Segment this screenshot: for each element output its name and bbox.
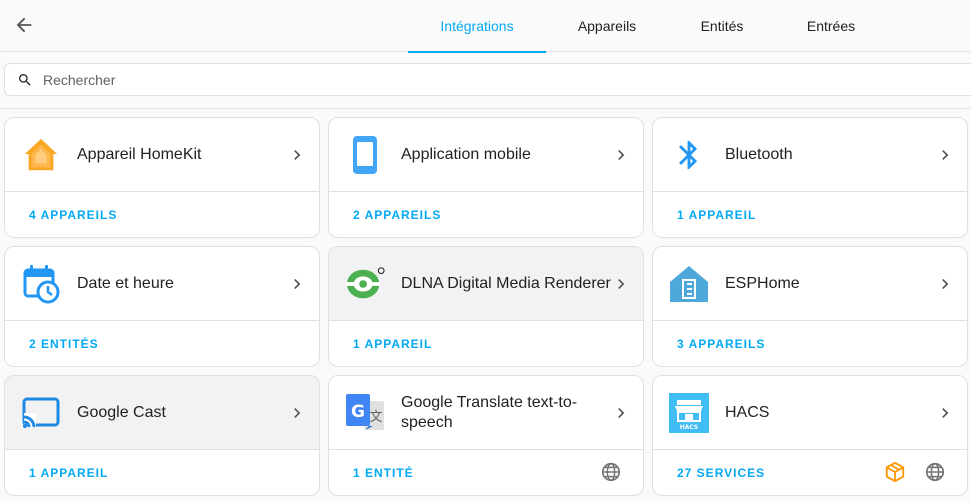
chevron-right-icon bbox=[618, 279, 625, 289]
search-icon bbox=[19, 74, 31, 86]
card-footer-link[interactable]: 3 APPAREILS bbox=[677, 337, 765, 351]
card-title: ESPHome bbox=[725, 274, 800, 292]
card-header[interactable]: Appareil HomeKit bbox=[5, 118, 319, 191]
svg-text:文: 文 bbox=[369, 410, 382, 425]
card-header[interactable]: Date et heure bbox=[5, 247, 319, 320]
google-translate-icon: G文 bbox=[345, 393, 385, 433]
tab-label: Entités bbox=[700, 18, 744, 34]
card-footer-link[interactable]: 27 SERVICES bbox=[677, 466, 765, 480]
tab-label: Appareils bbox=[577, 18, 637, 34]
tab-entities[interactable]: Entités bbox=[680, 0, 764, 52]
back-button[interactable] bbox=[10, 11, 38, 39]
card-footer-link[interactable]: 1 APPAREIL bbox=[677, 208, 756, 222]
integration-card-esphome: ESPHome 3 APPAREILS bbox=[652, 246, 968, 367]
card-title: Google Translate text-to-speech bbox=[401, 393, 578, 431]
chevron-right-icon bbox=[618, 150, 625, 160]
tab-label: Intégrations bbox=[440, 18, 514, 34]
card-divider bbox=[5, 191, 319, 192]
card-footer-link[interactable]: 4 APPAREILS bbox=[29, 208, 117, 222]
chevron-right-icon bbox=[618, 408, 625, 418]
integration-card-homekit: Appareil HomeKit 4 APPAREILS bbox=[4, 117, 320, 238]
card-footer-link[interactable]: 1 ENTITÉ bbox=[353, 466, 414, 480]
dlna-icon bbox=[345, 264, 385, 304]
divider bbox=[0, 108, 971, 109]
card-title: Google Cast bbox=[77, 403, 166, 421]
card-divider bbox=[653, 449, 967, 450]
calendar-clock-icon bbox=[21, 264, 61, 304]
card-header[interactable]: ESPHome bbox=[653, 247, 967, 320]
search-bar bbox=[4, 63, 971, 96]
card-footer-link[interactable]: 2 APPAREILS bbox=[353, 208, 441, 222]
svg-text:G: G bbox=[351, 402, 365, 422]
card-footer-link[interactable]: 1 APPAREIL bbox=[353, 337, 432, 351]
tab-devices[interactable]: Appareils bbox=[560, 0, 654, 52]
card-title: DLNA Digital Media Renderer bbox=[401, 274, 611, 292]
hacs-store-icon: HACS bbox=[669, 393, 709, 433]
chevron-right-icon bbox=[942, 150, 949, 160]
card-header[interactable]: Application mobile bbox=[329, 118, 643, 191]
card-divider bbox=[653, 191, 967, 192]
tab-integrations[interactable]: Intégrations bbox=[408, 0, 546, 53]
search-input[interactable] bbox=[43, 64, 943, 95]
integration-card-hacs: HACS HACS 27 SERVICES bbox=[652, 375, 968, 496]
chevron-right-icon bbox=[294, 150, 301, 160]
svg-text:HACS: HACS bbox=[680, 424, 699, 431]
integration-card-google-cast: Google Cast 1 APPAREIL bbox=[4, 375, 320, 496]
esphome-icon bbox=[669, 264, 709, 304]
mobile-phone-icon bbox=[345, 135, 385, 175]
card-title: HACS bbox=[725, 403, 770, 421]
card-title: Appareil HomeKit bbox=[77, 145, 202, 163]
card-header[interactable]: Google Cast bbox=[5, 376, 319, 449]
chevron-right-icon bbox=[294, 279, 301, 289]
card-header[interactable]: G文 Google Translate text-to-speech bbox=[329, 376, 643, 449]
chevron-right-icon bbox=[294, 408, 301, 418]
card-footer-link[interactable]: 2 ENTITÉS bbox=[29, 337, 99, 351]
card-divider bbox=[329, 449, 643, 450]
integration-card-dlna: DLNA Digital Media Renderer 1 APPAREIL bbox=[328, 246, 644, 367]
card-divider bbox=[329, 320, 643, 321]
chevron-right-icon bbox=[942, 279, 949, 289]
custom-integration-icon bbox=[883, 460, 907, 484]
tab-label: Entrées bbox=[806, 18, 856, 34]
card-divider bbox=[653, 320, 967, 321]
integration-card-date-time: Date et heure 2 ENTITÉS bbox=[4, 246, 320, 367]
homekit-house-icon bbox=[21, 135, 61, 175]
card-footer-link[interactable]: 1 APPAREIL bbox=[29, 466, 108, 480]
integration-card-bluetooth: Bluetooth 1 APPAREIL bbox=[652, 117, 968, 238]
integration-card-mobile-app: Application mobile 2 APPAREILS bbox=[328, 117, 644, 238]
chevron-right-icon bbox=[942, 408, 949, 418]
arrow-left-icon bbox=[16, 17, 32, 33]
card-title: Date et heure bbox=[77, 274, 174, 292]
card-header[interactable]: Bluetooth bbox=[653, 118, 967, 191]
card-title: Bluetooth bbox=[725, 145, 793, 163]
tab-helpers[interactable]: Entrées bbox=[790, 0, 872, 52]
cloud-globe-icon bbox=[599, 460, 623, 484]
integration-card-google-translate-tts: G文 Google Translate text-to-speech 1 ENT… bbox=[328, 375, 644, 496]
card-divider bbox=[329, 191, 643, 192]
card-header[interactable]: HACS HACS bbox=[653, 376, 967, 449]
top-bar: Intégrations Appareils Entités Entrées bbox=[0, 0, 971, 53]
cast-icon bbox=[21, 393, 61, 433]
card-divider bbox=[5, 449, 319, 450]
card-header[interactable]: DLNA Digital Media Renderer bbox=[329, 247, 643, 320]
cloud-globe-icon bbox=[923, 460, 947, 484]
bluetooth-icon bbox=[669, 135, 709, 175]
card-title: Application mobile bbox=[401, 145, 531, 163]
card-divider bbox=[5, 320, 319, 321]
